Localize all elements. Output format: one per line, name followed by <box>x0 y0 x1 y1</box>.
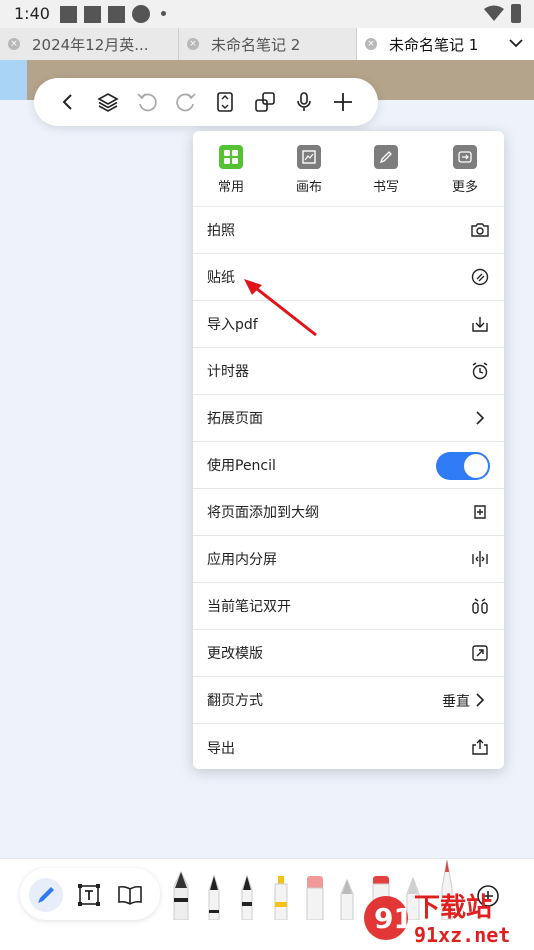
chevron-right-icon <box>470 408 490 428</box>
tab-label: 未命名笔记 2 <box>211 35 301 54</box>
category-tabs: 常用 画布 书写 更多 <box>193 131 504 207</box>
eraser-pink[interactable] <box>303 858 327 920</box>
annotation-arrow <box>244 279 317 337</box>
outline-icon <box>470 502 490 522</box>
more-menu-panel: 常用 画布 书写 更多 拍照 贴纸 导入pdf 计时器 拓展页面 使用Penci… <box>193 131 504 769</box>
microphone-icon[interactable] <box>292 90 316 114</box>
sticker-icon <box>470 267 490 287</box>
menu-item-label: 拍照 <box>207 223 235 239</box>
tab-note-1[interactable]: × 未命名笔记 1 <box>356 28 534 60</box>
status-time: 1:40 <box>14 4 50 23</box>
redo-icon[interactable] <box>174 90 198 114</box>
alarm-icon <box>470 361 490 381</box>
notification-icon <box>108 6 125 23</box>
menu-item-split-screen[interactable]: 应用内分屏 <box>193 536 504 583</box>
wifi-icon <box>484 5 504 21</box>
watermark-logo: 91 下载站 91xz.net <box>364 893 510 947</box>
menu-item-change-template[interactable]: 更改模版 <box>193 630 504 677</box>
menu-item-label: 使用Pencil <box>207 458 276 474</box>
camera-icon <box>470 220 490 240</box>
write-icon <box>374 145 398 169</box>
dual-open-icon <box>470 596 490 616</box>
app-icon <box>132 5 150 23</box>
grid-icon <box>219 145 243 169</box>
close-icon[interactable]: × <box>365 38 377 50</box>
more-icon <box>453 145 477 169</box>
pencil-toggle[interactable] <box>436 452 490 480</box>
tab-note-english[interactable]: × 2024年12月英... <box>0 28 178 60</box>
menu-item-label: 导出 <box>207 740 235 757</box>
menu-item-label: 翻页方式 <box>207 693 263 709</box>
menu-item-label: 更改模版 <box>207 646 263 662</box>
ballpoint-pen[interactable] <box>203 858 225 920</box>
tab-label: 2024年12月英... <box>32 35 149 54</box>
close-icon[interactable]: × <box>187 38 199 50</box>
page-edge <box>0 60 27 100</box>
tab-label: 未命名笔记 1 <box>389 35 479 54</box>
notification-icon <box>60 6 77 23</box>
menu-item-timer[interactable]: 计时器 <box>193 348 504 395</box>
more-notifications-icon <box>161 11 166 16</box>
text-box-icon[interactable] <box>72 878 106 912</box>
pencil-gray[interactable] <box>336 858 358 920</box>
add-icon[interactable] <box>331 90 355 114</box>
status-bar: 1:40 <box>0 0 534 28</box>
toggle-knob <box>464 454 488 478</box>
layers-icon[interactable] <box>96 90 120 114</box>
category-more[interactable]: 更多 <box>435 145 495 195</box>
menu-item-dual-open[interactable]: 当前笔记双开 <box>193 583 504 630</box>
menu-item-label: 拓展页面 <box>207 411 263 427</box>
menu-item-camera[interactable]: 拍照 <box>193 207 504 254</box>
menu-item-label: 将页面添加到大纲 <box>207 505 319 521</box>
back-icon[interactable] <box>56 90 80 114</box>
menu-item-label: 计时器 <box>207 364 249 380</box>
watermark-brand: 91 <box>374 902 413 935</box>
copy-icon[interactable] <box>253 90 277 114</box>
page-turn-value: 垂直 <box>442 694 470 710</box>
tab-bar: × 2024年12月英... × 未命名笔记 2 × 未命名笔记 1 <box>0 28 534 60</box>
category-label: 书写 <box>372 180 399 195</box>
menu-item-expand-page[interactable]: 拓展页面 <box>193 395 504 442</box>
pen-tool-icon[interactable] <box>29 878 63 912</box>
tab-note-2[interactable]: × 未命名笔记 2 <box>178 28 356 60</box>
chevron-right-icon <box>470 690 490 710</box>
category-label: 常用 <box>217 180 244 195</box>
book-icon[interactable] <box>113 878 147 912</box>
undo-icon[interactable] <box>135 90 159 114</box>
category-canvas[interactable]: 画布 <box>279 145 339 195</box>
highlighter-yellow[interactable] <box>270 858 292 920</box>
canvas-icon <box>297 145 321 169</box>
notification-icon <box>84 6 101 23</box>
close-icon[interactable]: × <box>8 38 20 50</box>
floating-toolbar <box>34 78 378 126</box>
category-write[interactable]: 书写 <box>356 145 416 195</box>
watermark-text: 下载站 <box>414 893 492 923</box>
menu-item-label: 当前笔记双开 <box>207 599 291 615</box>
watermark-url: 91xz.net <box>414 923 510 947</box>
category-common[interactable]: 常用 <box>201 145 261 195</box>
share-icon <box>470 737 490 757</box>
category-label: 画布 <box>295 180 322 195</box>
fountain-pen[interactable] <box>169 858 193 920</box>
page-icon[interactable] <box>213 90 237 114</box>
menu-item-add-to-outline[interactable]: 将页面添加到大纲 <box>193 489 504 536</box>
chevron-down-icon[interactable] <box>508 35 524 51</box>
menu-item-page-turn[interactable]: 翻页方式 垂直 <box>193 677 504 724</box>
menu-item-label: 应用内分屏 <box>207 552 277 568</box>
menu-item-export[interactable]: 导出 <box>193 724 504 769</box>
import-icon <box>470 314 490 334</box>
marker-pen[interactable] <box>236 858 258 920</box>
split-icon <box>470 549 490 569</box>
battery-icon <box>511 4 521 23</box>
template-icon <box>470 643 490 663</box>
category-label: 更多 <box>451 180 478 195</box>
menu-item-use-pencil: 使用Pencil <box>193 442 504 489</box>
menu-item-label: 贴纸 <box>207 270 235 286</box>
